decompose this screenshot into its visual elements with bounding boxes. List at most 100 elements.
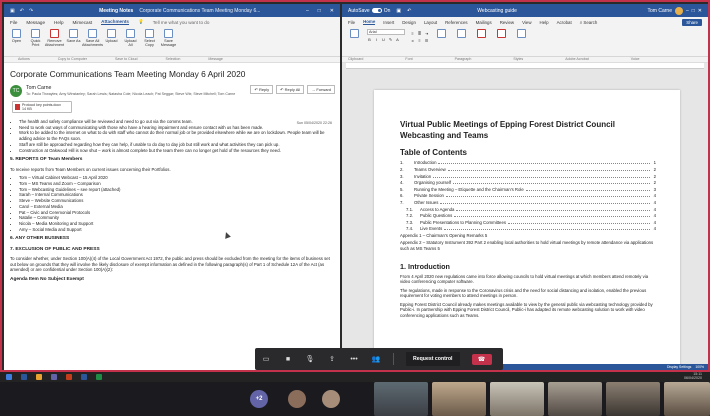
editing-button[interactable] xyxy=(454,29,469,56)
request-control-button[interactable]: Request control xyxy=(406,352,460,366)
tab-insert[interactable]: Insert xyxy=(383,20,394,25)
toc-entry[interactable]: 1. Introduction 1 xyxy=(400,160,656,167)
upload-button[interactable]: Upload xyxy=(104,29,119,56)
quick-print-button[interactable]: Quick Print xyxy=(28,29,43,56)
participant-video[interactable] xyxy=(548,382,602,416)
tab-mailings[interactable]: Mailings xyxy=(476,20,492,25)
reply-all-button[interactable]: ↶ Reply All xyxy=(276,85,305,94)
excel-taskbar-icon[interactable] xyxy=(96,374,102,380)
save-icon[interactable]: ▣ xyxy=(396,8,401,14)
tab-view[interactable]: View xyxy=(522,20,531,25)
zoom-level[interactable]: 100% xyxy=(695,365,704,369)
participant-avatar[interactable] xyxy=(288,390,306,408)
toc-entry[interactable]: 4. Organising yourself 2 xyxy=(400,179,656,186)
microphone-icon[interactable]: 🎙 xyxy=(305,355,315,363)
minimize-icon[interactable]: – xyxy=(686,8,689,14)
tab-design[interactable]: Design xyxy=(402,20,416,25)
menu-mimecast[interactable]: Mimecast xyxy=(73,20,93,25)
redo-icon[interactable]: ↷ xyxy=(29,8,33,14)
undo-icon[interactable]: ↶ xyxy=(20,8,24,14)
tell-me-box[interactable]: Tell me what you want to do xyxy=(153,20,210,25)
sender-name[interactable]: Tom Carne xyxy=(26,85,246,91)
align-left-icon[interactable]: ⫷ xyxy=(410,38,415,43)
file-explorer-icon[interactable] xyxy=(36,374,42,380)
toc-entry[interactable]: 7.4. Live Events 4 xyxy=(400,226,656,233)
search-box[interactable]: ⌕ Search xyxy=(580,20,598,25)
underline-icon[interactable]: U xyxy=(381,37,386,42)
forward-button[interactable]: → Forward xyxy=(307,85,335,94)
participant-avatar[interactable] xyxy=(322,390,340,408)
participant-video[interactable] xyxy=(664,382,710,416)
indent-icon[interactable]: ⇥ xyxy=(424,31,429,36)
toc-entry[interactable]: 7. Other Issues 4 xyxy=(400,199,656,206)
styles-button[interactable] xyxy=(434,29,449,56)
participant-video[interactable] xyxy=(490,382,544,416)
close-icon[interactable]: ✕ xyxy=(698,8,702,14)
save-all-button[interactable]: Save All Attachments xyxy=(82,29,103,56)
toc-entry[interactable]: 3. Invitation 2 xyxy=(400,173,656,180)
tab-references[interactable]: References xyxy=(445,20,467,25)
appendix-entry[interactable]: Appendix 2 – Statutory Instrument 392 Pa… xyxy=(400,240,656,252)
font-color-icon[interactable]: A xyxy=(395,37,400,42)
tab-layout[interactable]: Layout xyxy=(424,20,437,25)
close-icon[interactable]: ✕ xyxy=(330,8,334,14)
menu-help[interactable]: Help xyxy=(54,20,63,25)
toc-entry[interactable]: 6. Private Session 4 xyxy=(400,193,656,200)
toc-entry[interactable]: 5. Running the Meeting – Etiquette and th… xyxy=(400,186,656,193)
align-justify-icon[interactable]: ☰ xyxy=(424,38,429,43)
tab-file[interactable]: File xyxy=(348,20,355,25)
share-button[interactable]: Share xyxy=(682,18,702,26)
dictate-button[interactable] xyxy=(514,29,529,56)
toc-entry[interactable]: 7.2. Public Questions 4 xyxy=(400,212,656,219)
open-button[interactable]: Open xyxy=(9,29,24,56)
save-as-button[interactable]: Save As xyxy=(66,29,81,56)
tab-help[interactable]: Help xyxy=(540,20,549,25)
participant-video[interactable] xyxy=(374,382,428,416)
menu-message[interactable]: Message xyxy=(26,20,45,25)
word-taskbar-icon[interactable] xyxy=(81,374,87,380)
font-select[interactable]: Arial xyxy=(367,29,405,35)
teams-taskbar-icon[interactable] xyxy=(51,374,57,380)
share-screen-icon[interactable]: ⇪ xyxy=(327,355,337,363)
toc-entry[interactable]: 2. Teams Overview 2 xyxy=(400,166,656,173)
remove-attachment-button[interactable]: Remove Attachment xyxy=(45,29,64,56)
appendix-entry[interactable]: Appendix 1 – Chairman's Opening Remarks … xyxy=(400,233,656,239)
upload-all-button[interactable]: Upload All xyxy=(123,29,138,56)
powerpoint-taskbar-icon[interactable] xyxy=(66,374,72,380)
display-settings[interactable]: Display Settings xyxy=(667,365,691,369)
outlook-taskbar-icon[interactable] xyxy=(21,374,27,380)
numbering-icon[interactable]: ≣ xyxy=(417,31,422,36)
user-account[interactable]: Tom Carne – □ ✕ xyxy=(648,6,702,15)
undo-icon[interactable]: ↶ xyxy=(407,8,411,14)
more-participants-badge[interactable]: +2 xyxy=(250,390,268,408)
start-icon[interactable] xyxy=(6,374,12,380)
participants-icon[interactable]: 👥 xyxy=(371,355,381,363)
document-page[interactable]: Virtual Public Meetings of Epping Forest… xyxy=(374,90,680,370)
autosave-toggle[interactable]: AutoSave On xyxy=(348,8,390,14)
video-icon[interactable]: ■ xyxy=(283,356,293,363)
hang-up-button[interactable]: ☎ xyxy=(471,353,492,365)
highlight-icon[interactable]: ✎ xyxy=(388,37,393,42)
align-center-icon[interactable]: ≡ xyxy=(417,38,422,43)
maximize-icon[interactable]: □ xyxy=(318,8,321,14)
participant-video[interactable] xyxy=(606,382,660,416)
more-options-icon[interactable]: ••• xyxy=(349,356,359,363)
menu-file[interactable]: File xyxy=(10,20,17,25)
italic-icon[interactable]: I xyxy=(374,37,379,42)
tab-review[interactable]: Review xyxy=(500,20,514,25)
toc-entry[interactable]: 7.1. Access to Agenda 4 xyxy=(400,206,656,213)
save-message-button[interactable]: Save Message xyxy=(161,29,176,56)
minimize-icon[interactable]: – xyxy=(306,8,309,14)
reply-button[interactable]: ↶ Reply xyxy=(250,85,274,94)
participant-video[interactable] xyxy=(432,382,486,416)
create-pdf-button[interactable] xyxy=(474,29,489,56)
select-copy-button[interactable]: Select Copy xyxy=(142,29,157,56)
save-icon[interactable]: ▣ xyxy=(10,8,15,14)
system-clock[interactable]: 15:11 06/04/2020 xyxy=(684,372,702,381)
paste-button[interactable] xyxy=(347,29,362,56)
attachment-chip[interactable]: Protocol key points.docx 14 KB xyxy=(12,101,72,113)
menu-attachments[interactable]: Attachments xyxy=(101,19,129,25)
bold-icon[interactable]: B xyxy=(367,37,372,42)
request-signatures-button[interactable] xyxy=(494,29,509,56)
bullets-icon[interactable]: ≡ xyxy=(410,31,415,36)
